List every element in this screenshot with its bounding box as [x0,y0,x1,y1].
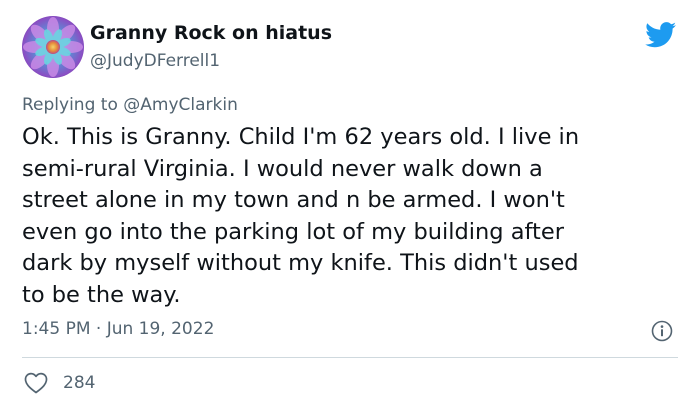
replying-to: Replying to @AmyClarkin [22,95,238,115]
tweet-card: Granny Rock on hiatus @JudyDFerrell1 Rep… [0,0,700,410]
like-count: 284 [63,373,96,393]
tweet-text-line: street alone in my town and n be armed. … [22,187,565,213]
tweet-text-line: even go into the parking lot of my build… [22,218,564,245]
replying-prefix: Replying to [22,95,118,115]
info-icon[interactable] [651,320,673,342]
tweet-text-line: Ok. This is Granny. Child I'm 62 years o… [22,124,580,150]
heart-icon[interactable] [24,372,48,394]
tweet-text-line: semi-rural Virginia. I would never walk … [22,155,543,182]
display-name[interactable]: Granny Rock on hiatus [90,22,332,44]
divider [22,357,678,358]
tweet-text-line: to be the way. [22,281,181,308]
tweet-text-line: dark by myself without my knife. This di… [22,250,579,276]
tweet-text: Ok. This is Granny. Child I'm 62 years o… [22,122,682,311]
avatar[interactable] [22,16,84,78]
flower-mandala-avatar-icon [22,16,84,78]
reply-mention-link[interactable]: @AmyClarkin [123,95,238,115]
tweet-timestamp[interactable]: 1:45 PM · Jun 19, 2022 [22,319,214,339]
twitter-bird-icon[interactable] [645,22,677,48]
user-handle[interactable]: @JudyDFerrell1 [90,51,220,71]
